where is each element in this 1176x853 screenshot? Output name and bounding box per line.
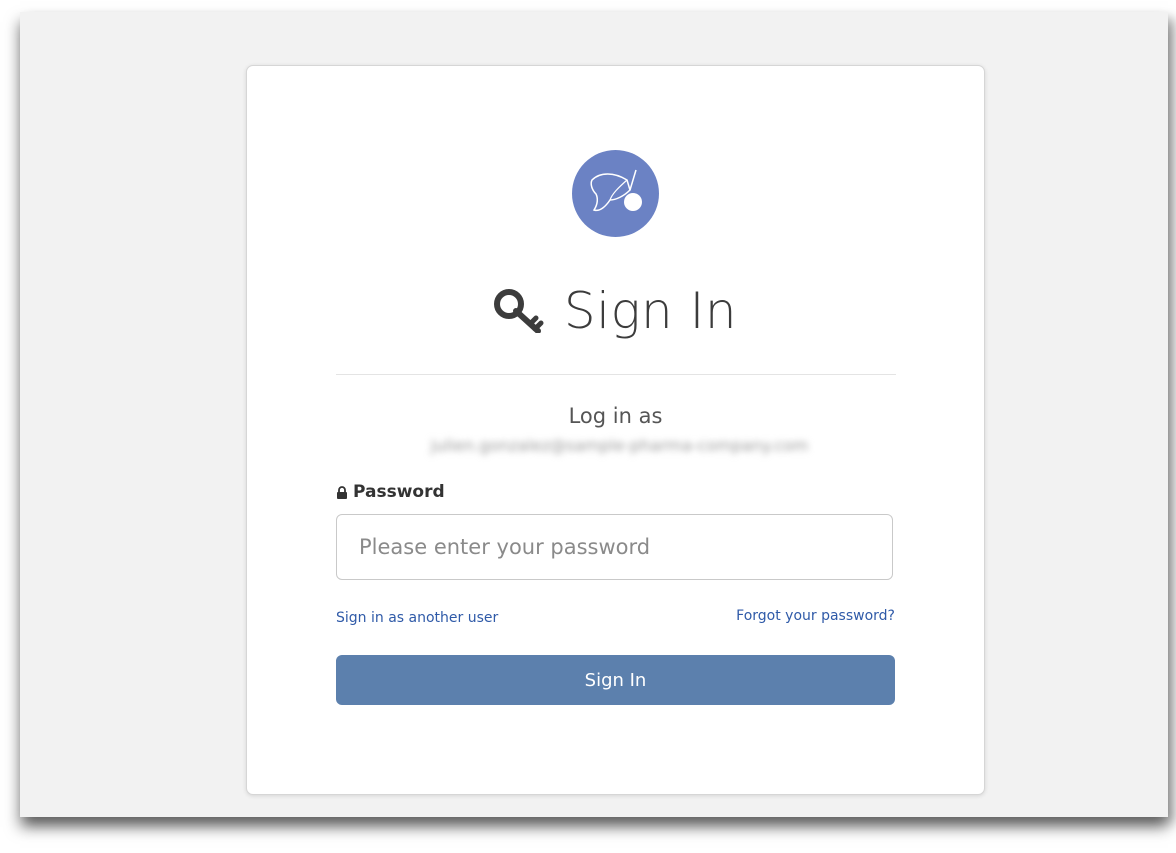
user-email: julien.gonzalez@sample-pharma-company.co… [430, 436, 809, 455]
page-heading: Sign In [247, 276, 984, 346]
forgot-password-link[interactable]: Forgot your password? [736, 608, 895, 624]
divider [336, 374, 896, 375]
password-input[interactable] [336, 514, 893, 580]
lock-icon [337, 485, 347, 499]
butterfly-logo-icon [572, 150, 659, 237]
password-label-text: Password [353, 482, 445, 502]
password-label: Password [336, 482, 445, 502]
sign-in-button[interactable]: Sign In [336, 655, 895, 705]
page-title: Sign In [563, 282, 738, 340]
key-icon [493, 289, 544, 333]
login-as-label: Log in as [568, 404, 663, 428]
app-window: Sign In Log in as julien.gonzalez@sample… [20, 12, 1168, 817]
sign-in-card: Sign In Log in as julien.gonzalez@sample… [246, 65, 985, 795]
sign-in-another-user-link[interactable]: Sign in as another user [336, 610, 498, 626]
